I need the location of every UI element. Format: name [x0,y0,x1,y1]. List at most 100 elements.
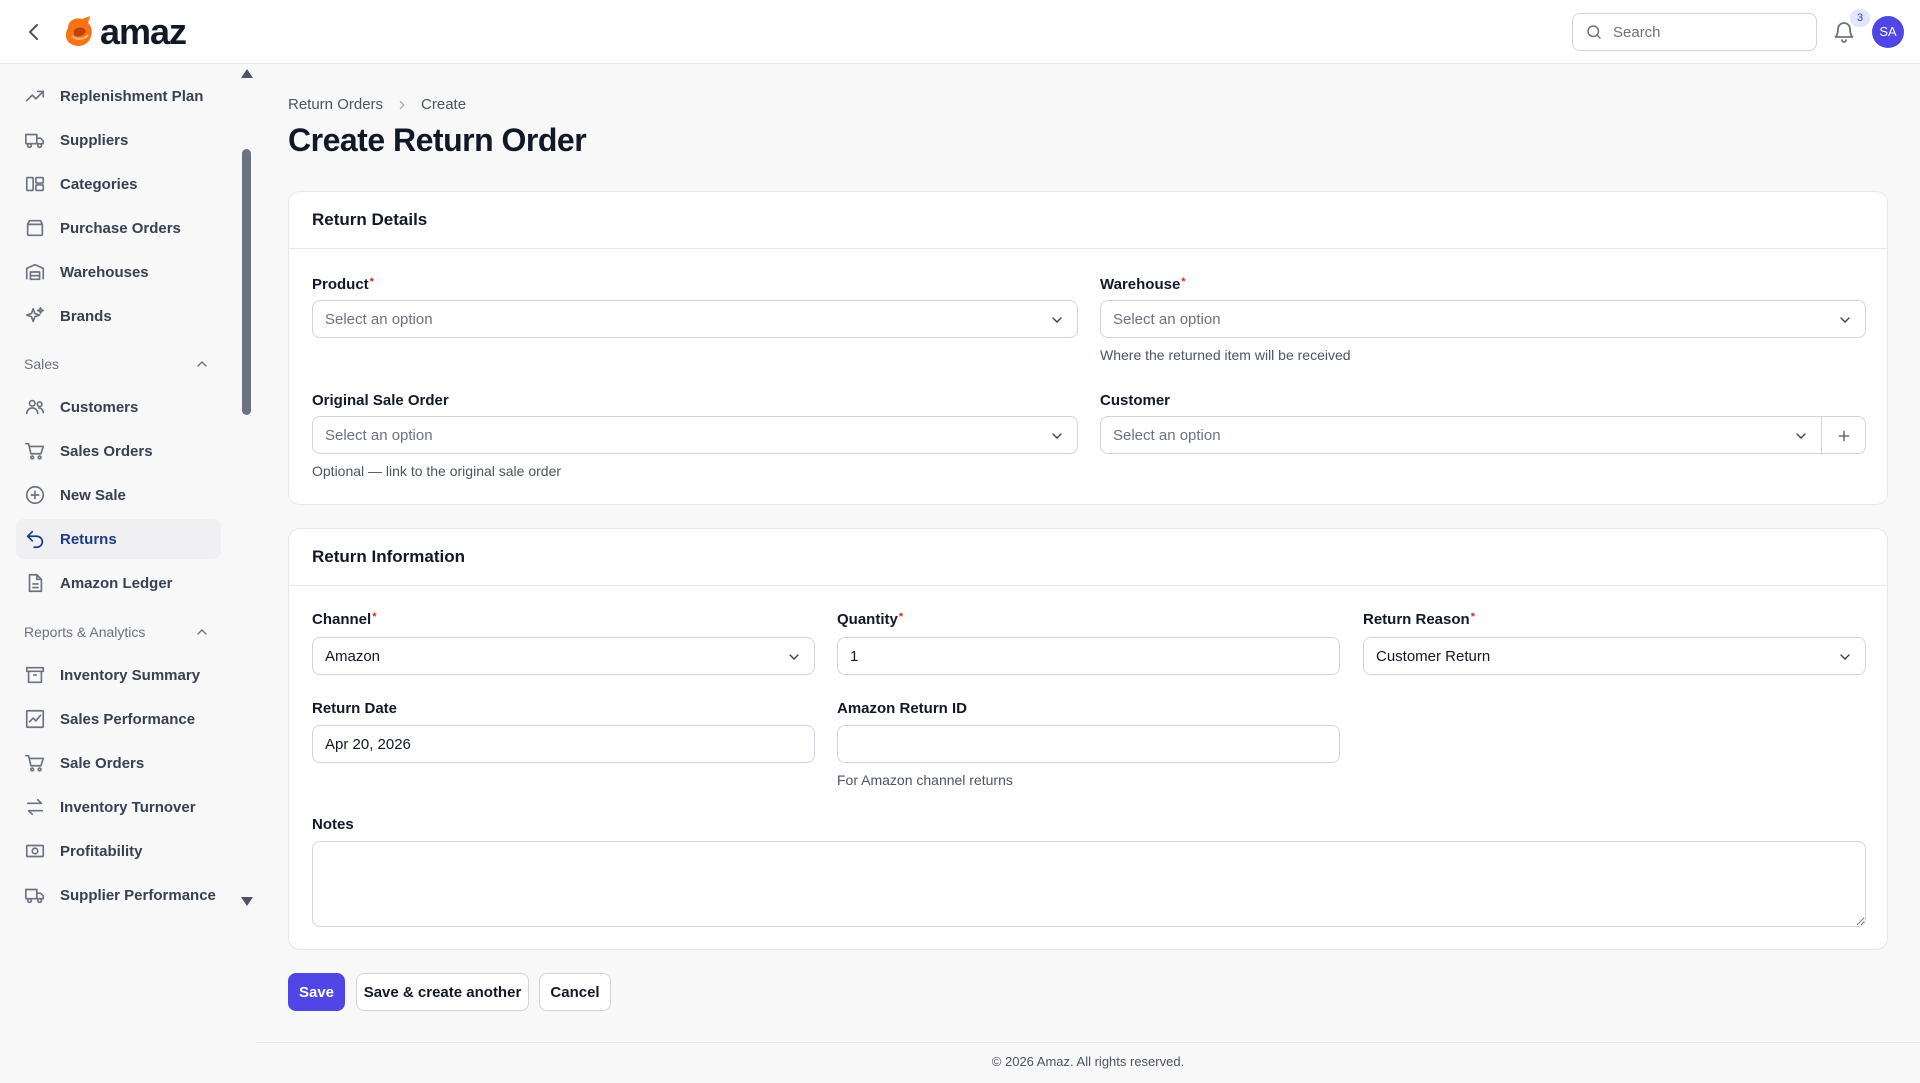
sidebar-item-label: Supplier Performance [60,886,216,904]
sidebar-item-categories[interactable]: Categories [16,164,221,204]
original-sale-order-label: Original Sale Order [312,392,449,409]
search-input[interactable] [1613,23,1803,41]
sidebar-item-profitability[interactable]: Profitability [16,831,221,871]
trending-up-icon [25,90,45,102]
required-asterisk: * [372,611,377,623]
chevron-up-icon [197,361,207,367]
warehouse-select[interactable]: Select an option [1100,300,1866,338]
product-select-placeholder: Select an option [325,310,433,328]
truck-icon [25,888,45,904]
sidebar-scrollbar-thumb[interactable] [242,149,251,415]
sidebar-item-label: Categories [60,175,138,193]
return-date-input[interactable] [312,725,815,763]
channel-label: Channel* [312,611,376,628]
breadcrumb-current: Create [421,96,467,113]
channel-select[interactable]: Amazon [312,637,815,675]
users-icon [25,399,45,415]
save-and-create-another-button[interactable]: Save & create another [356,973,529,1011]
truck-icon [25,133,45,149]
sidebar-item-replenishment-plan[interactable]: Replenishment Plan [16,76,221,116]
notes-label: Notes [312,816,354,833]
chevron-down-icon [1840,317,1850,323]
footer-copyright: © 2026 Amaz. All rights reserved. [991,1054,1185,1069]
amazon-return-id-input[interactable] [837,725,1340,763]
channel-label-text: Channel [312,611,372,628]
sidebar-item-label: Profitability [60,842,143,860]
return-information-card: Return Information Channel* Amazon Quant… [288,528,1888,950]
footer-divider [256,1042,1920,1043]
sidebar-item-suppliers[interactable]: Suppliers [16,120,221,160]
sidebar-item-label: Warehouses [60,263,149,281]
nav-group-label: Sales [24,356,60,372]
save-button[interactable]: Save [288,973,345,1011]
sidebar-item-sale-orders[interactable]: Sale Orders [16,743,221,783]
app-logo[interactable]: amaz [62,14,187,50]
sidebar-item-brands[interactable]: Brands [16,296,221,336]
notes-textarea[interactable] [312,841,1866,927]
warehouse-label-text: Warehouse [1100,276,1181,293]
product-label-text: Product [312,276,369,293]
search-box[interactable] [1572,13,1817,51]
archive-box-icon [25,666,45,684]
cancel-button[interactable]: Cancel [539,973,611,1011]
chevron-down-icon [789,654,799,660]
scroll-up-arrow[interactable] [241,69,253,78]
section-title: Return Details [289,192,1887,249]
archive-icon [26,219,44,237]
sidebar-item-label: Sale Orders [60,754,145,772]
original-sale-order-select[interactable]: Select an option [312,416,1078,454]
quantity-input[interactable] [837,637,1340,675]
nav-group-reports[interactable]: Reports & Analytics [24,620,210,644]
add-customer-button[interactable] [1821,417,1865,455]
sidebar-item-inventory-summary[interactable]: Inventory Summary [16,655,221,695]
chevron-down-icon[interactable] [1793,428,1809,444]
sidebar-item-label: Customers [60,398,139,416]
sidebar-item-inventory-turnover[interactable]: Inventory Turnover [16,787,221,827]
building-icon [25,263,45,281]
user-avatar[interactable]: SA [1872,16,1904,48]
plus-circle-icon [25,485,45,505]
sidebar-item-warehouses[interactable]: Warehouses [16,252,221,292]
sidebar-item-customers[interactable]: Customers [16,387,221,427]
chevron-down-icon [1052,433,1062,439]
amazon-return-id-label: Amazon Return ID [837,700,968,717]
customer-label: Customer [1100,392,1171,409]
chevron-down-icon [1052,317,1062,323]
required-asterisk: * [1181,276,1186,288]
product-label: Product* [312,276,374,293]
sidebar-item-purchase-orders[interactable]: Purchase Orders [16,208,221,248]
chart-icon [25,709,45,729]
plus-icon [1838,430,1849,442]
nav-group-sales[interactable]: Sales [24,352,210,376]
page-title: Create Return Order [288,122,587,158]
product-select[interactable]: Select an option [312,300,1078,338]
chevron-up-icon [197,629,207,635]
chevron-right-icon [399,100,405,109]
quantity-label-text: Quantity [837,611,898,628]
categories-icon [25,176,45,192]
sidebar: Replenishment Plan Suppliers Categories … [0,64,256,1083]
sidebar-item-amazon-ledger[interactable]: Amazon Ledger [16,563,221,603]
warehouse-label: Warehouse* [1100,276,1186,293]
required-asterisk: * [369,276,374,288]
sidebar-item-returns[interactable]: Returns [16,519,221,559]
amazon-return-id-helper-text: For Amazon channel returns [837,772,1013,788]
sidebar-item-new-sale[interactable]: New Sale [16,475,221,515]
logo-icon [65,16,92,46]
return-reason-select[interactable]: Customer Return [1363,637,1866,675]
sidebar-item-sales-performance[interactable]: Sales Performance [16,699,221,739]
arrows-exchange-icon [26,798,44,816]
return-date-label: Return Date [312,700,398,717]
sidebar-item-label: Sales Orders [60,442,153,460]
customer-select-placeholder[interactable]: Select an option [1113,427,1221,444]
breadcrumb-parent-link[interactable]: Return Orders [288,96,383,113]
channel-select-value: Amazon [325,647,381,665]
sidebar-item-label: New Sale [60,486,126,504]
scroll-down-arrow[interactable] [241,897,253,906]
sidebar-item-label: Brands [60,307,112,325]
back-arrow-icon[interactable] [22,20,46,44]
top-bar: amaz 3 SA [0,0,1920,64]
sidebar-item-label: Inventory Turnover [60,798,196,816]
sidebar-item-supplier-performance[interactable]: Supplier Performance [16,875,221,915]
sidebar-item-sales-orders[interactable]: Sales Orders [16,431,221,471]
